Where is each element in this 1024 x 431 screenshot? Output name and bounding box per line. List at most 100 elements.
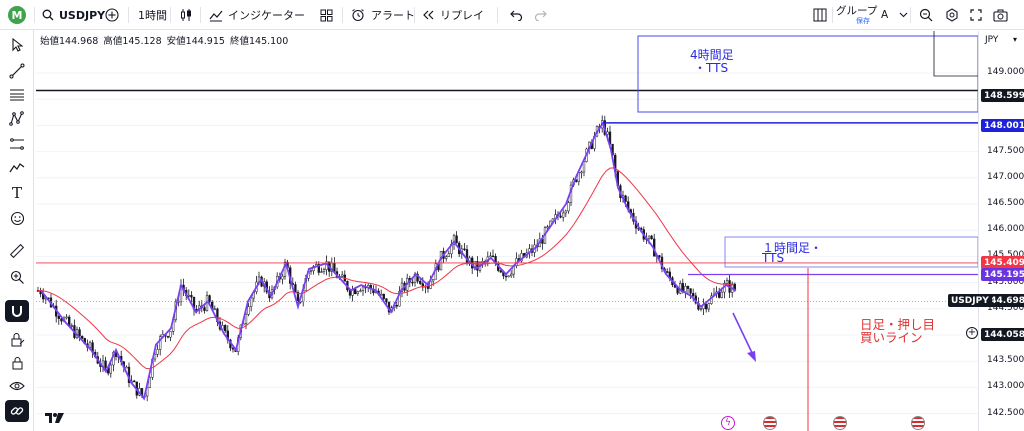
price-axis[interactable]: JPY ▾ 149.000148.500148.000147.500147.00… (978, 31, 1024, 431)
indicators-button[interactable]: インジケーター (208, 0, 305, 30)
price-chart[interactable] (36, 31, 978, 431)
us-flag-event-icon[interactable] (911, 416, 925, 430)
fullscreen-button[interactable] (968, 0, 984, 30)
candle (720, 291, 723, 298)
divider (910, 7, 911, 23)
symbol-name: USDJPY (59, 8, 106, 22)
group-value[interactable]: A (881, 0, 888, 30)
text-icon: T (11, 184, 22, 202)
forecast-icon (10, 138, 24, 150)
compare-add-button[interactable] (104, 0, 120, 30)
redo-button[interactable] (532, 0, 548, 30)
alert-button[interactable]: アラート (350, 0, 415, 30)
chart-pane[interactable] (36, 31, 978, 431)
price-tick: 149.000 (987, 67, 1024, 77)
daily-note-line2[interactable]: 買いライン (860, 331, 923, 345)
candle (281, 276, 284, 280)
pattern-tool[interactable] (5, 108, 29, 130)
candle (411, 281, 414, 284)
layout-button[interactable] (812, 0, 828, 30)
down-arrow-head (747, 351, 756, 362)
candle (559, 215, 562, 218)
magnet-icon (12, 306, 22, 317)
drawing-toolbar: T (0, 30, 34, 431)
snapshot-button[interactable] (992, 0, 1008, 30)
plus-circle-icon[interactable]: + (966, 327, 978, 339)
save-label: 保存 (856, 16, 870, 25)
avatar[interactable]: M (8, 6, 26, 24)
group-save-button[interactable]: グループ 保存 (836, 0, 877, 30)
undo-button[interactable] (508, 0, 524, 30)
replay-label: リプレイ (440, 9, 484, 22)
candle (481, 261, 484, 263)
quick-search-button[interactable] (918, 0, 934, 30)
candle (166, 336, 170, 338)
indicators-icon (208, 7, 224, 23)
dividend-event-icon[interactable]: ϟ (721, 416, 735, 430)
hide-tool[interactable] (5, 375, 29, 397)
box-4h-text-2[interactable]: ・TTS (694, 59, 728, 76)
symbol-search[interactable]: USDJPY (40, 0, 105, 30)
plus-circle-icon (104, 7, 120, 23)
group-dropdown[interactable] (895, 0, 911, 30)
box-1h-text-2[interactable]: TTS (762, 251, 784, 265)
chevron-down-icon[interactable]: ▾ (1013, 35, 1017, 44)
candle (203, 307, 206, 311)
brush-tool[interactable] (5, 157, 29, 179)
price-label-purple: 145.195 (981, 268, 1024, 281)
us-flag-event-icon[interactable] (833, 416, 847, 430)
candle (309, 270, 313, 273)
replay-button[interactable]: リプレイ (420, 0, 484, 30)
candle (463, 248, 466, 251)
currency-label[interactable]: JPY (985, 35, 998, 45)
fib-tool[interactable] (5, 84, 29, 106)
undo-icon (508, 7, 524, 23)
candle (169, 331, 172, 338)
candle (57, 316, 60, 319)
templates-button[interactable] (318, 0, 334, 30)
trendline-tool[interactable] (5, 60, 29, 82)
candle (658, 255, 661, 258)
price-label-cursor: 144.058 (981, 328, 1024, 341)
link-tool[interactable] (5, 400, 29, 422)
cursor-icon (12, 38, 23, 52)
magnet-tool[interactable] (5, 300, 29, 322)
us-flag-event-icon[interactable] (763, 416, 777, 430)
interval-button[interactable]: 1時間 (138, 0, 167, 30)
user-avatar[interactable]: M (8, 0, 26, 30)
candle (320, 271, 323, 273)
fullscreen-icon (968, 7, 984, 23)
zoom-tool[interactable] (5, 266, 29, 288)
candle (224, 325, 227, 332)
candle (354, 288, 357, 294)
divider (128, 7, 129, 23)
candle (156, 349, 159, 355)
ruler-icon (9, 243, 25, 259)
lock-all-tool[interactable] (5, 352, 29, 374)
group-label: グループ (836, 4, 878, 17)
tradingview-logo[interactable] (44, 410, 66, 429)
lock-icon (12, 357, 22, 370)
candle (65, 316, 68, 319)
settings-button[interactable] (944, 0, 960, 30)
price-tick: 146.500 (987, 198, 1024, 208)
forecast-tool[interactable] (5, 133, 29, 155)
cursor-tool[interactable] (5, 34, 29, 56)
search-icon (40, 7, 56, 23)
candle (699, 308, 703, 310)
candle (190, 294, 193, 298)
text-tool[interactable]: T (5, 182, 29, 204)
candle (322, 269, 326, 272)
chart-type-button[interactable] (178, 0, 194, 30)
candle (359, 290, 362, 292)
divider (342, 7, 343, 23)
emoji-tool[interactable] (5, 207, 29, 229)
top-toolbar: M USDJPY 1時間 インジケーター アラート リプレイ グループ 保存 A (0, 0, 1024, 30)
redo-icon (532, 7, 548, 23)
ruler-tool[interactable] (5, 240, 29, 262)
ohlc-legend: 始値144.968 高値145.128 安値144.915 終値145.100 (40, 33, 288, 47)
lock-tool[interactable] (5, 328, 29, 350)
divider (34, 7, 35, 23)
eye-icon (9, 381, 25, 391)
price-tick: 146.000 (987, 224, 1024, 235)
